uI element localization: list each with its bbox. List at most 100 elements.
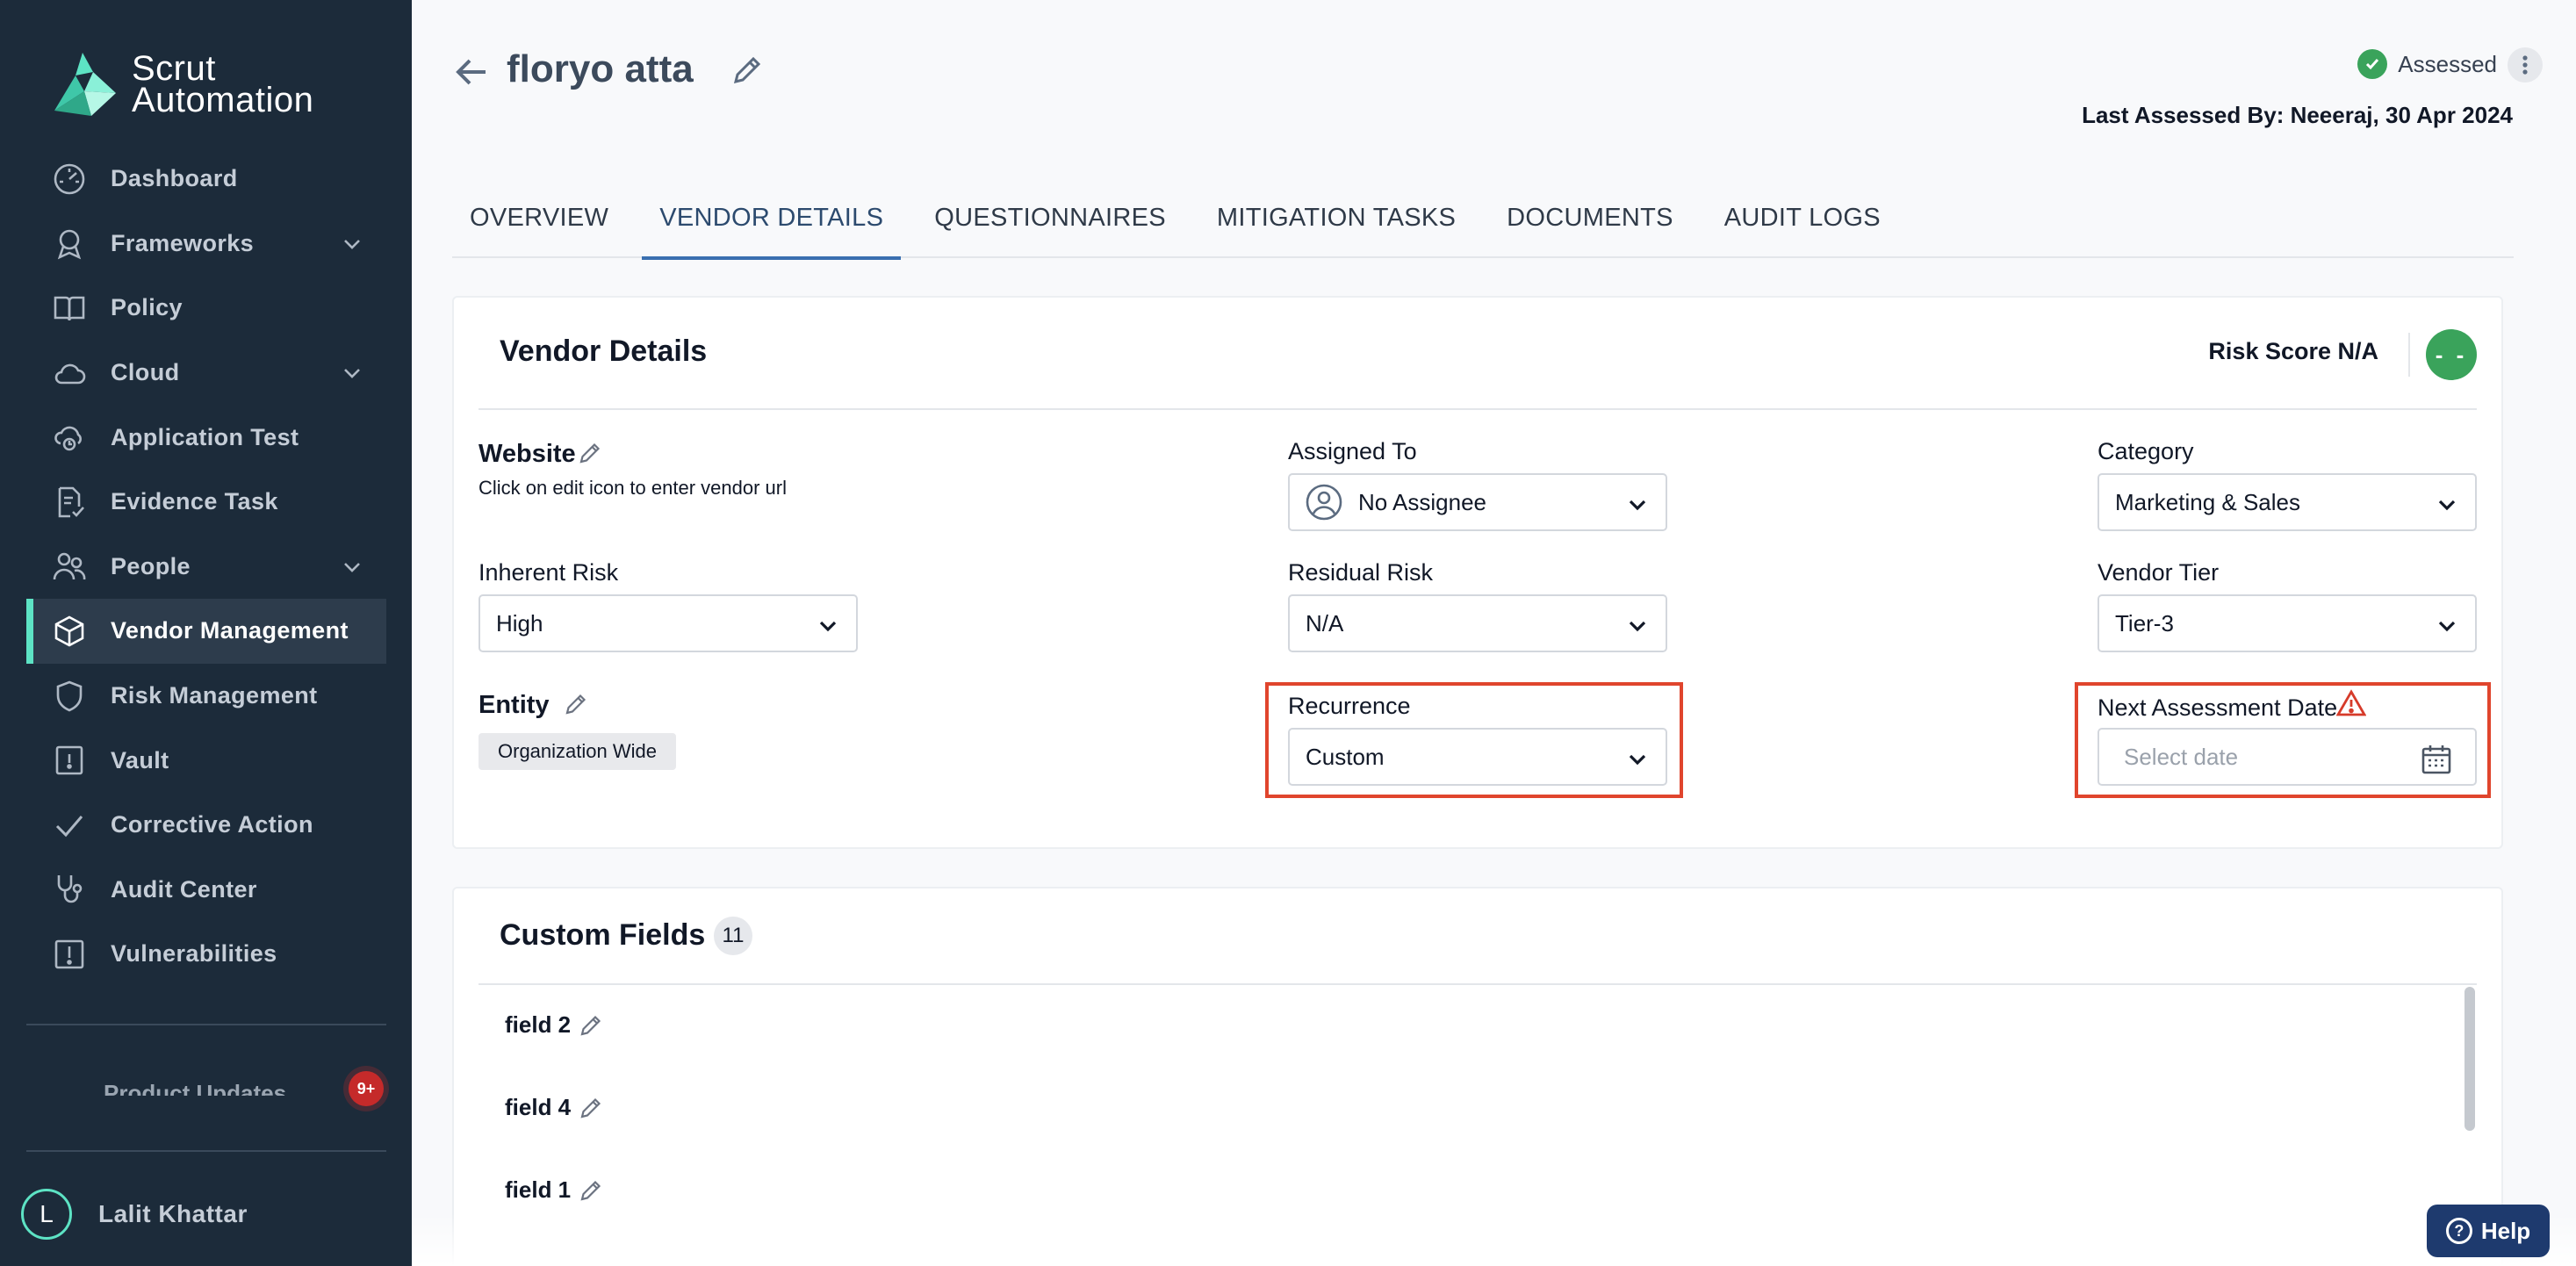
entity-chip: Organization Wide [479, 733, 676, 770]
sidebar-divider [26, 1150, 386, 1152]
vendor-tier-value: Tier-3 [2115, 609, 2174, 637]
brand-line-1: Scrut [132, 49, 216, 88]
checkmark-icon [51, 807, 88, 844]
document-check-icon [51, 484, 88, 521]
category-select[interactable]: Marketing & Sales [2097, 473, 2477, 531]
sidebar-item-policy[interactable]: Policy [26, 276, 386, 341]
help-label: Help [2480, 1217, 2531, 1244]
next-assessment-label: Next Assessment Date [2097, 694, 2338, 721]
calendar-icon[interactable] [2421, 744, 2452, 775]
vendor-tier-select[interactable]: Tier-3 [2097, 594, 2477, 652]
user-profile[interactable]: L Lalit Khattar [21, 1189, 248, 1240]
divider [479, 983, 2477, 985]
assigned-to-select[interactable]: No Assignee [1288, 473, 1667, 531]
sidebar-item-label: Application Test [111, 423, 299, 450]
question-circle-icon: ? [2445, 1218, 2472, 1244]
custom-field-label: field 1 [505, 1176, 572, 1203]
inherent-risk-select[interactable]: High [479, 594, 858, 652]
sidebar-item-label: Policy [111, 294, 183, 321]
entity-label: Entity [479, 691, 550, 719]
sidebar-item-label: Dashboard [111, 165, 238, 192]
back-arrow-icon[interactable] [452, 53, 491, 91]
sidebar-item-vault[interactable]: Vault [26, 728, 386, 793]
main-content: floryo atta Assessed Last Assessed By: N… [412, 0, 2576, 1266]
check-circle-icon [2357, 49, 2388, 79]
book-open-icon [51, 290, 88, 327]
bottom-fade [412, 1213, 2576, 1266]
custom-field-row: field 1 [505, 1176, 604, 1204]
scrollbar[interactable] [2464, 987, 2475, 1131]
divider [479, 408, 2477, 410]
pencil-icon[interactable] [578, 1177, 604, 1204]
user-name: Lalit Khattar [98, 1200, 248, 1227]
chevron-down-icon [1629, 621, 1646, 632]
sidebar-item-label: Risk Management [111, 682, 318, 709]
tab-audit-logs[interactable]: AUDIT LOGS [1707, 193, 1898, 258]
cloud-sync-icon [51, 419, 88, 456]
sidebar-item-label: Vault [111, 746, 169, 773]
tab-documents[interactable]: DOCUMENTS [1489, 193, 1691, 258]
recurrence-select[interactable]: Custom [1288, 728, 1667, 786]
vendor-details-card: Vendor Details Risk Score N/A - - Websit… [452, 296, 2503, 849]
product-updates-label: Product Updates [104, 1080, 287, 1096]
divider [2408, 333, 2410, 377]
pencil-icon[interactable] [578, 1095, 604, 1121]
website-hint: Click on edit icon to enter vendor url [479, 477, 787, 499]
sidebar-item-cloud[interactable]: Cloud [26, 341, 386, 406]
sidebar-item-people[interactable]: People [26, 535, 386, 600]
recurrence-value: Custom [1306, 743, 1385, 770]
sidebar-item-application-test[interactable]: Application Test [26, 405, 386, 470]
last-assessed-info: Last Assessed By: Neeeraj, 30 Apr 2024 [2082, 102, 2513, 128]
pencil-icon[interactable] [578, 1012, 604, 1039]
chevron-down-icon[interactable] [342, 557, 362, 577]
sidebar-divider [26, 1024, 386, 1025]
sidebar-item-corrective-action[interactable]: Corrective Action [26, 793, 386, 858]
custom-field-label: field 2 [505, 1011, 572, 1038]
pencil-icon[interactable] [730, 53, 765, 88]
award-ribbon-icon [51, 225, 88, 262]
tab-mitigation-tasks[interactable]: MITIGATION TASKS [1199, 193, 1473, 258]
stethoscope-icon [51, 871, 88, 908]
sidebar-item-label: Cloud [111, 359, 180, 386]
custom-fields-card: Custom Fields 11 field 2 field 4 field 1 [452, 887, 2503, 1266]
risk-score-label: Risk Score N/A [2208, 338, 2378, 364]
help-button[interactable]: ? Help [2427, 1205, 2550, 1257]
pencil-icon[interactable] [563, 691, 589, 717]
sidebar-nav: Dashboard Frameworks Policy Cloud Applic… [26, 147, 386, 987]
sidebar-item-vendor-management[interactable]: Vendor Management [26, 599, 386, 664]
tab-questionnaires[interactable]: QUESTIONNAIRES [917, 193, 1184, 258]
residual-risk-select[interactable]: N/A [1288, 594, 1667, 652]
avatar: L [21, 1189, 72, 1240]
more-options-button[interactable] [2508, 47, 2543, 83]
user-circle-icon [1306, 484, 1342, 521]
custom-fields-title: Custom Fields [500, 918, 706, 952]
status-badge: Assessed [2357, 49, 2497, 79]
brand-line-2: Automation [132, 81, 314, 119]
sidebar-item-risk-management[interactable]: Risk Management [26, 664, 386, 729]
sidebar-item-vulnerabilities[interactable]: Vulnerabilities [26, 922, 386, 987]
custom-field-label: field 4 [505, 1094, 572, 1120]
chevron-down-icon [2438, 500, 2456, 511]
sidebar-item-label: Frameworks [111, 229, 255, 256]
alert-square-icon [51, 936, 88, 973]
next-assessment-date-input[interactable]: Select date [2097, 728, 2477, 786]
sidebar-item-dashboard[interactable]: Dashboard [26, 147, 386, 212]
chevron-down-icon[interactable] [342, 234, 362, 254]
assigned-to-label: Assigned To [1288, 438, 1417, 464]
chevron-down-icon[interactable] [342, 363, 362, 383]
brand-name: Scrut Automation [132, 49, 314, 119]
inherent-risk-value: High [496, 609, 543, 637]
chevron-down-icon [819, 621, 837, 632]
status-label: Assessed [2398, 50, 2497, 77]
sidebar: Scrut Automation Dashboard Frameworks Po… [0, 0, 412, 1266]
tab-vendor-details[interactable]: VENDOR DETAILS [642, 193, 902, 260]
tab-overview[interactable]: OVERVIEW [452, 193, 626, 258]
sidebar-item-frameworks[interactable]: Frameworks [26, 212, 386, 277]
recurrence-label: Recurrence [1288, 693, 1411, 719]
pencil-icon[interactable] [577, 440, 603, 466]
sidebar-item-evidence-task[interactable]: Evidence Task [26, 470, 386, 535]
sidebar-item-audit-center[interactable]: Audit Center [26, 858, 386, 923]
sidebar-item-product-updates[interactable]: Product Updates [51, 1073, 314, 1096]
package-box-icon [51, 613, 88, 650]
brand-logo[interactable]: Scrut Automation [49, 49, 313, 119]
